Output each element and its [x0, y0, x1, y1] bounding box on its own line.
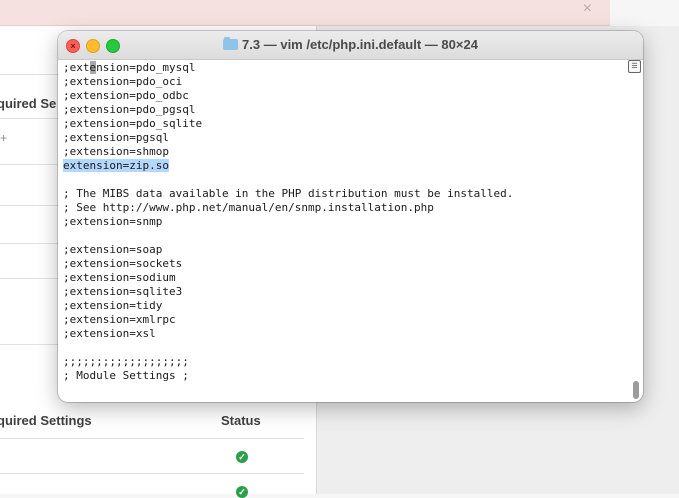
- folder-icon: [223, 37, 239, 50]
- scroll-marks-icon[interactable]: ☰: [628, 60, 641, 73]
- divider: [0, 438, 304, 439]
- editor-line[interactable]: [63, 229, 623, 243]
- editor-line[interactable]: ;extension=shmop: [63, 145, 623, 159]
- status-ok-icon: ✓: [236, 486, 248, 498]
- window-title: 7.3 — vim /etc/php.ini.default — 80×24: [58, 37, 643, 52]
- scrollbar-thumb[interactable]: [633, 381, 639, 399]
- editor-line[interactable]: ; Module Settings ;: [63, 369, 623, 383]
- divider: [0, 473, 304, 474]
- required-settings-header-1: quired Se: [0, 96, 57, 111]
- required-settings-header-2: quired Settings: [0, 413, 92, 428]
- window-title-text: 7.3 — vim /etc/php.ini.default — 80×24: [242, 37, 478, 52]
- editor-line[interactable]: ;extension=pdo_odbc: [63, 89, 623, 103]
- status-column-header: Status: [221, 413, 261, 428]
- editor-line[interactable]: [63, 173, 623, 187]
- editor-line[interactable]: ;extension=xmlrpc: [63, 313, 623, 327]
- alert-close-icon[interactable]: ×: [583, 0, 592, 18]
- editor-line[interactable]: ;extension=tidy: [63, 299, 623, 313]
- title-bar[interactable]: × 7.3 — vim /etc/php.ini.default — 80×24: [58, 31, 643, 60]
- editor-line[interactable]: ;extension=pdo_mysql: [63, 61, 623, 75]
- vim-editor[interactable]: ;extension=pdo_mysql ;extension=pdo_oci ;e…: [63, 61, 623, 401]
- selected-text: extension=zip.so: [63, 159, 169, 172]
- editor-line[interactable]: ;extension=pgsql: [63, 131, 623, 145]
- expand-icon[interactable]: +: [0, 131, 7, 145]
- editor-line[interactable]: ;extension=sodium: [63, 271, 623, 285]
- editor-line[interactable]: ; The MIBS data available in the PHP dis…: [63, 187, 623, 201]
- editor-line[interactable]: ;extension=xsl: [63, 327, 623, 341]
- editor-line[interactable]: extension=zip.so: [63, 159, 623, 173]
- editor-line[interactable]: ;extension=pdo_pgsql: [63, 103, 623, 117]
- editor-line[interactable]: ;extension=sqlite3: [63, 285, 623, 299]
- editor-line[interactable]: ;;;;;;;;;;;;;;;;;;;: [63, 355, 623, 369]
- editor-line[interactable]: ;extension=pdo_sqlite: [63, 117, 623, 131]
- editor-line[interactable]: ;extension=sockets: [63, 257, 623, 271]
- editor-line[interactable]: [63, 341, 623, 355]
- terminal-window[interactable]: × 7.3 — vim /etc/php.ini.default — 80×24…: [58, 31, 643, 402]
- editor-line[interactable]: ;extension=pdo_oci: [63, 75, 623, 89]
- editor-line[interactable]: ;extension=soap: [63, 243, 623, 257]
- alert-banner: ×: [0, 0, 610, 26]
- editor-line[interactable]: ;extension=snmp: [63, 215, 623, 229]
- editor-line[interactable]: ; See http://www.php.net/manual/en/snmp.…: [63, 201, 623, 215]
- status-ok-icon: ✓: [236, 451, 248, 463]
